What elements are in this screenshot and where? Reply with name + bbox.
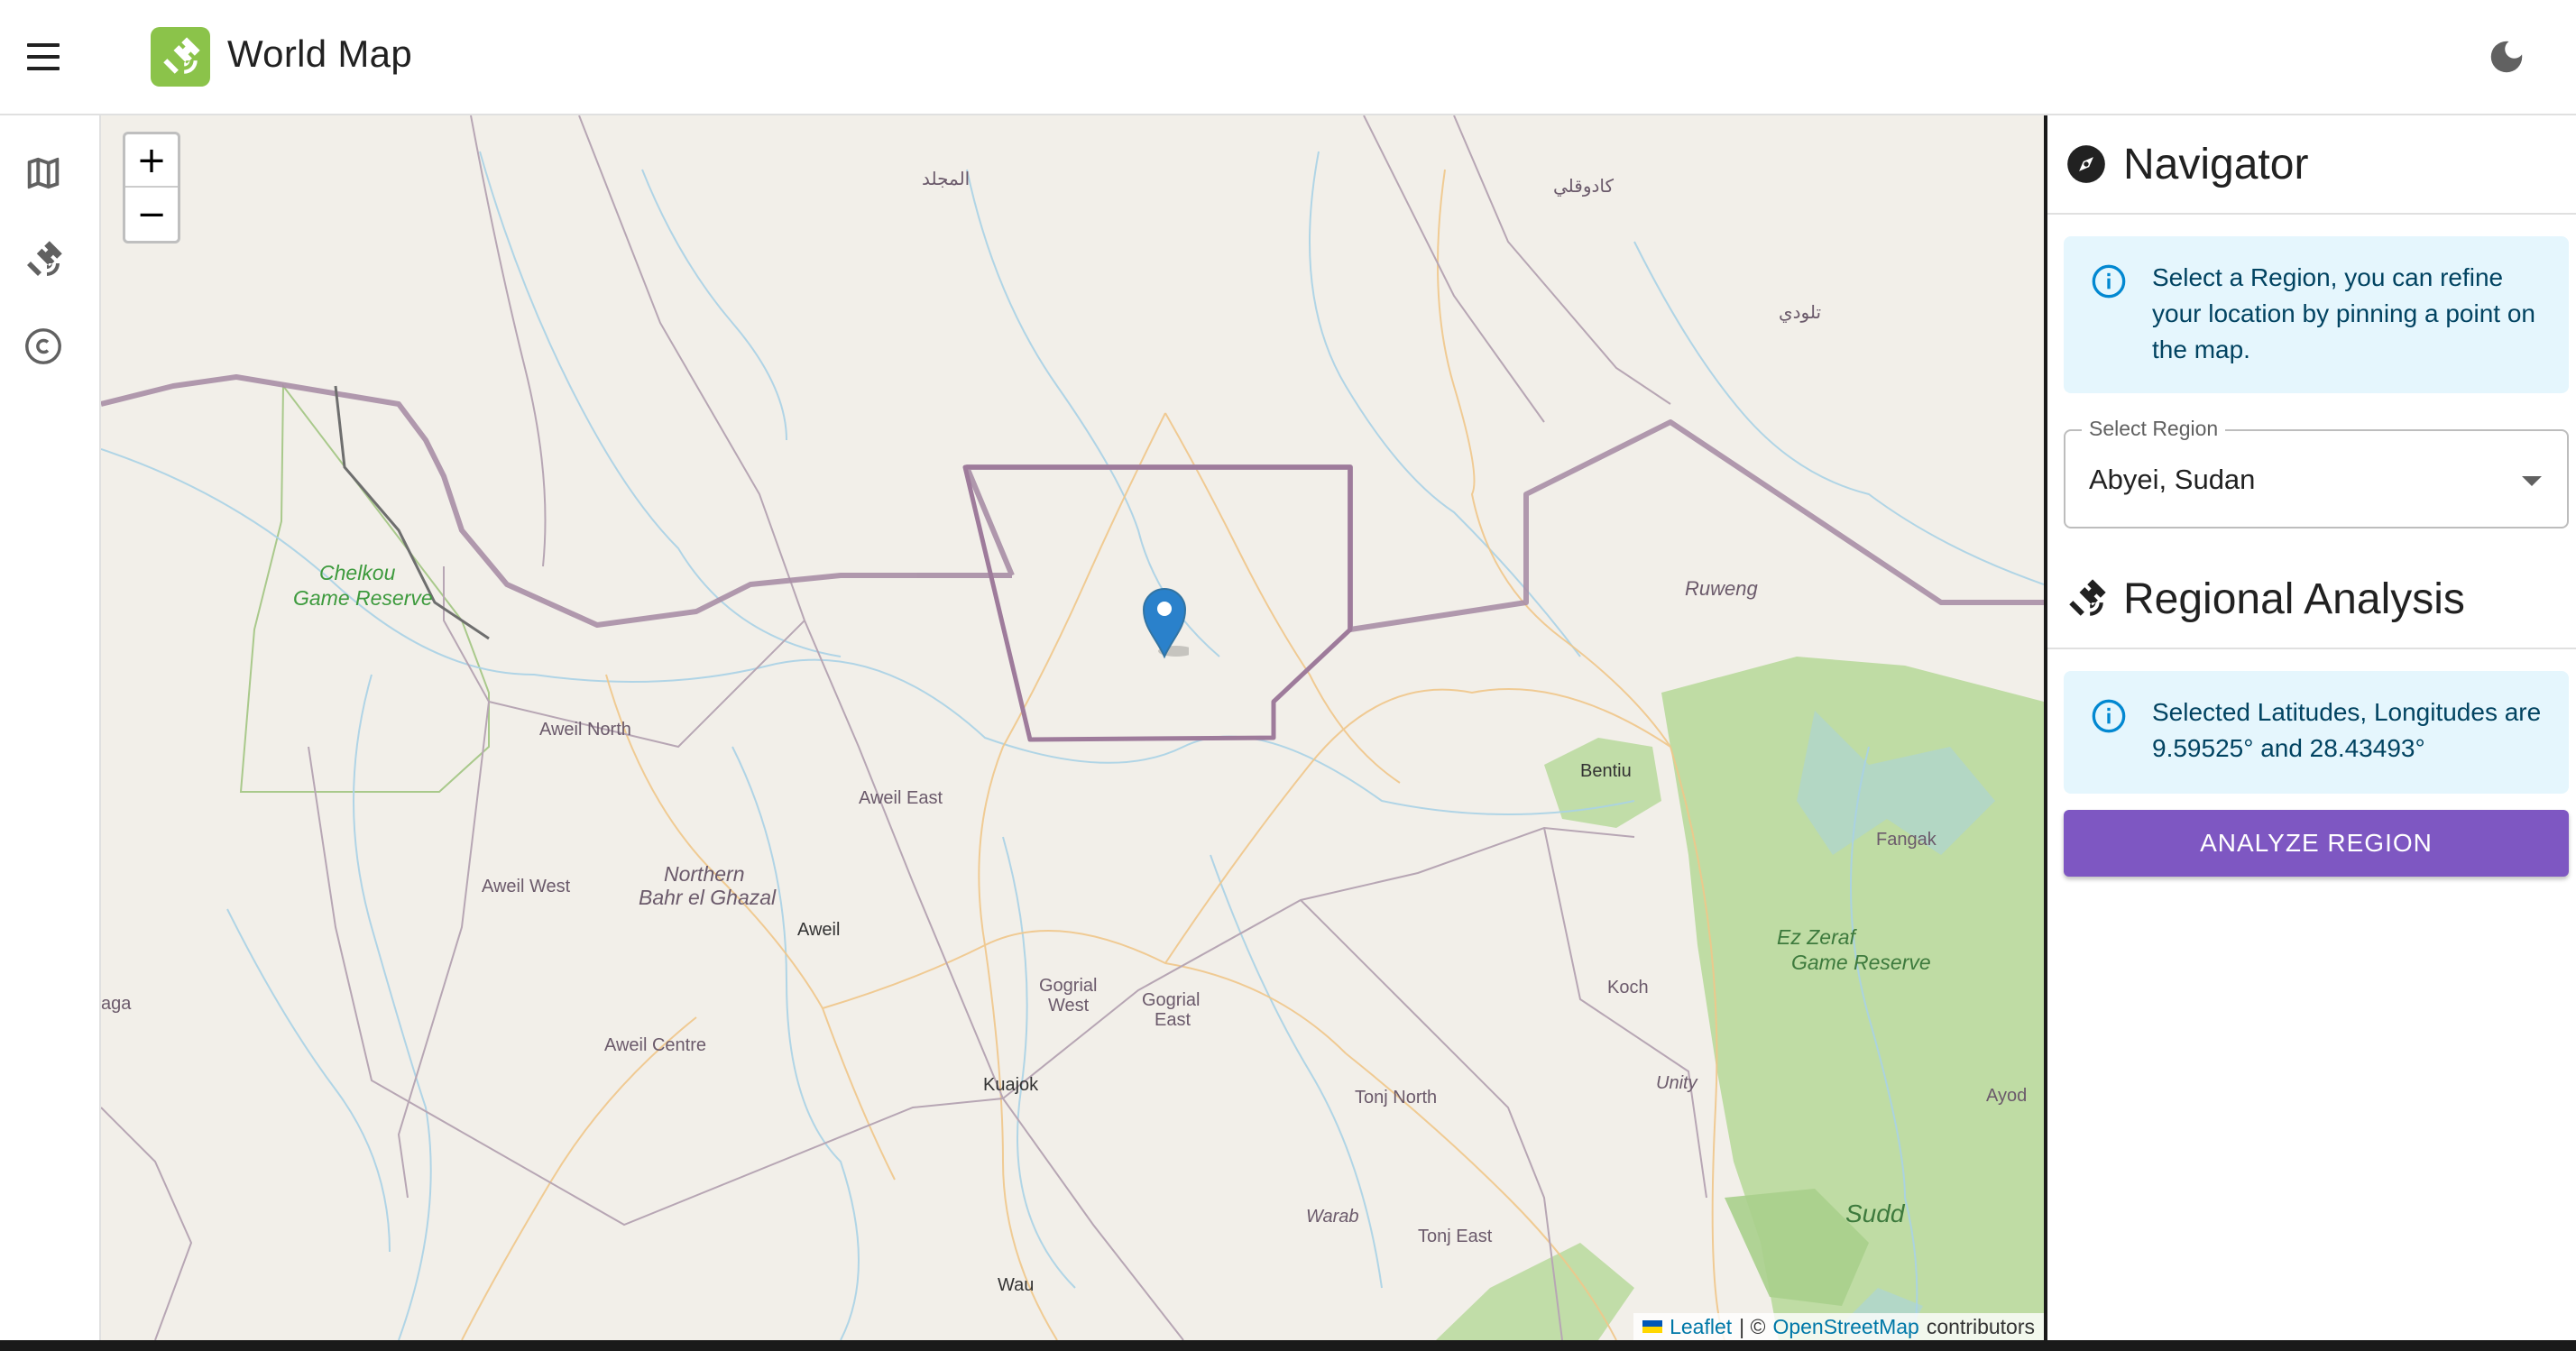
map-label: West [1048, 996, 1090, 1016]
map-view[interactable]: المجلد كادوقلي تلودي Chelkou Game Reserv… [101, 115, 2044, 1340]
map-label: Aweil [797, 920, 841, 940]
coordinates-info-text: Selected Latitudes, Longitudes are 9.595… [2152, 698, 2542, 762]
map-label: Ayod [1986, 1086, 2028, 1106]
navigator-title: Navigator [2123, 140, 2309, 188]
analysis-header: Regional Analysis [2047, 550, 2576, 649]
map-label: Game Reserve [1791, 951, 1931, 974]
satellite-icon [2069, 579, 2106, 616]
app-title: World Map [227, 32, 412, 75]
map-label: Kuajok [983, 1075, 1039, 1095]
map-label: المجلد [922, 170, 971, 189]
map-pin-icon [1142, 588, 1194, 659]
info-icon [2092, 699, 2126, 733]
openstreetmap-link[interactable]: OpenStreetMap [1772, 1315, 1918, 1339]
app-logo-satellite-icon [151, 27, 210, 87]
map-tiles [101, 115, 2044, 1340]
map-label: Ruweng [1685, 577, 1758, 600]
leaflet-link[interactable]: Leaflet [1670, 1315, 1732, 1339]
region-select-label: Select Region [2082, 417, 2226, 441]
navigator-info-alert: Select a Region, you can refine your loc… [2064, 236, 2569, 393]
map-label: Aweil Centre [604, 1035, 707, 1055]
map-label: Sudd [1845, 1199, 1905, 1227]
map-label: Northern [664, 862, 745, 886]
analyze-region-button[interactable]: Analyze Region [2064, 810, 2569, 877]
map-label: كادوقلي [1553, 177, 1615, 197]
map-label: Bahr el Ghazal [639, 886, 777, 909]
side-rail [0, 115, 101, 1340]
rail-map-icon[interactable] [20, 150, 67, 197]
map-label: Ez Zeraf [1777, 925, 1855, 949]
map-label: تلودي [1779, 303, 1822, 323]
map-label: Chelkou [319, 561, 396, 584]
chevron-down-icon [2522, 476, 2542, 486]
info-icon [2092, 264, 2126, 299]
map-label: Aweil East [859, 788, 943, 808]
map-label: Fangak [1876, 830, 1937, 850]
rail-satellite-icon[interactable] [20, 236, 67, 283]
map-label: Game Reserve [293, 586, 433, 610]
compass-icon [2067, 145, 2105, 183]
map-label: aga [101, 994, 132, 1014]
ukraine-flag-icon [1642, 1320, 1663, 1333]
map-label: Warab [1306, 1207, 1359, 1227]
region-select-value: Abyei, Sudan [2089, 464, 2256, 495]
region-select[interactable]: Select Region Abyei, Sudan [2064, 417, 2569, 528]
map-label: Bentiu [1580, 761, 1632, 781]
map-label: Koch [1607, 978, 1649, 997]
zoom-in-button[interactable]: + [125, 134, 178, 188]
map-label: Gogrial [1039, 976, 1098, 996]
map-attribution: Leaflet | © OpenStreetMap contributors [1633, 1313, 2044, 1340]
map-label: Aweil North [539, 720, 631, 740]
map-label: Tonj North [1355, 1088, 1438, 1107]
app-bar: World Map [0, 0, 2576, 115]
map-pin-marker[interactable] [1140, 584, 1194, 660]
coordinates-info-alert: Selected Latitudes, Longitudes are 9.595… [2064, 671, 2569, 794]
map-label: Aweil West [482, 877, 571, 896]
navigator-info-text: Select a Region, you can refine your loc… [2152, 263, 2535, 363]
attribution-separator: | © [1739, 1314, 1766, 1338]
map-label: Gogrial [1142, 990, 1201, 1010]
moon-icon[interactable] [2486, 36, 2527, 78]
zoom-out-button[interactable]: − [125, 188, 178, 241]
map-label: Tonj East [1418, 1227, 1493, 1246]
analysis-title: Regional Analysis [2123, 574, 2465, 623]
navigator-header: Navigator [2047, 115, 2576, 215]
right-panel: Navigator Select a Region, you can refin… [2044, 115, 2576, 1340]
map-label: Wau [998, 1275, 1035, 1295]
bottom-edge [0, 1340, 2576, 1351]
zoom-control: + − [123, 132, 180, 244]
map-label: East [1155, 1010, 1191, 1030]
attribution-suffix: contributors [1926, 1314, 2035, 1338]
rail-copyright-icon[interactable] [20, 323, 67, 370]
map-label: Unity [1656, 1073, 1697, 1093]
menu-icon[interactable] [23, 40, 63, 76]
